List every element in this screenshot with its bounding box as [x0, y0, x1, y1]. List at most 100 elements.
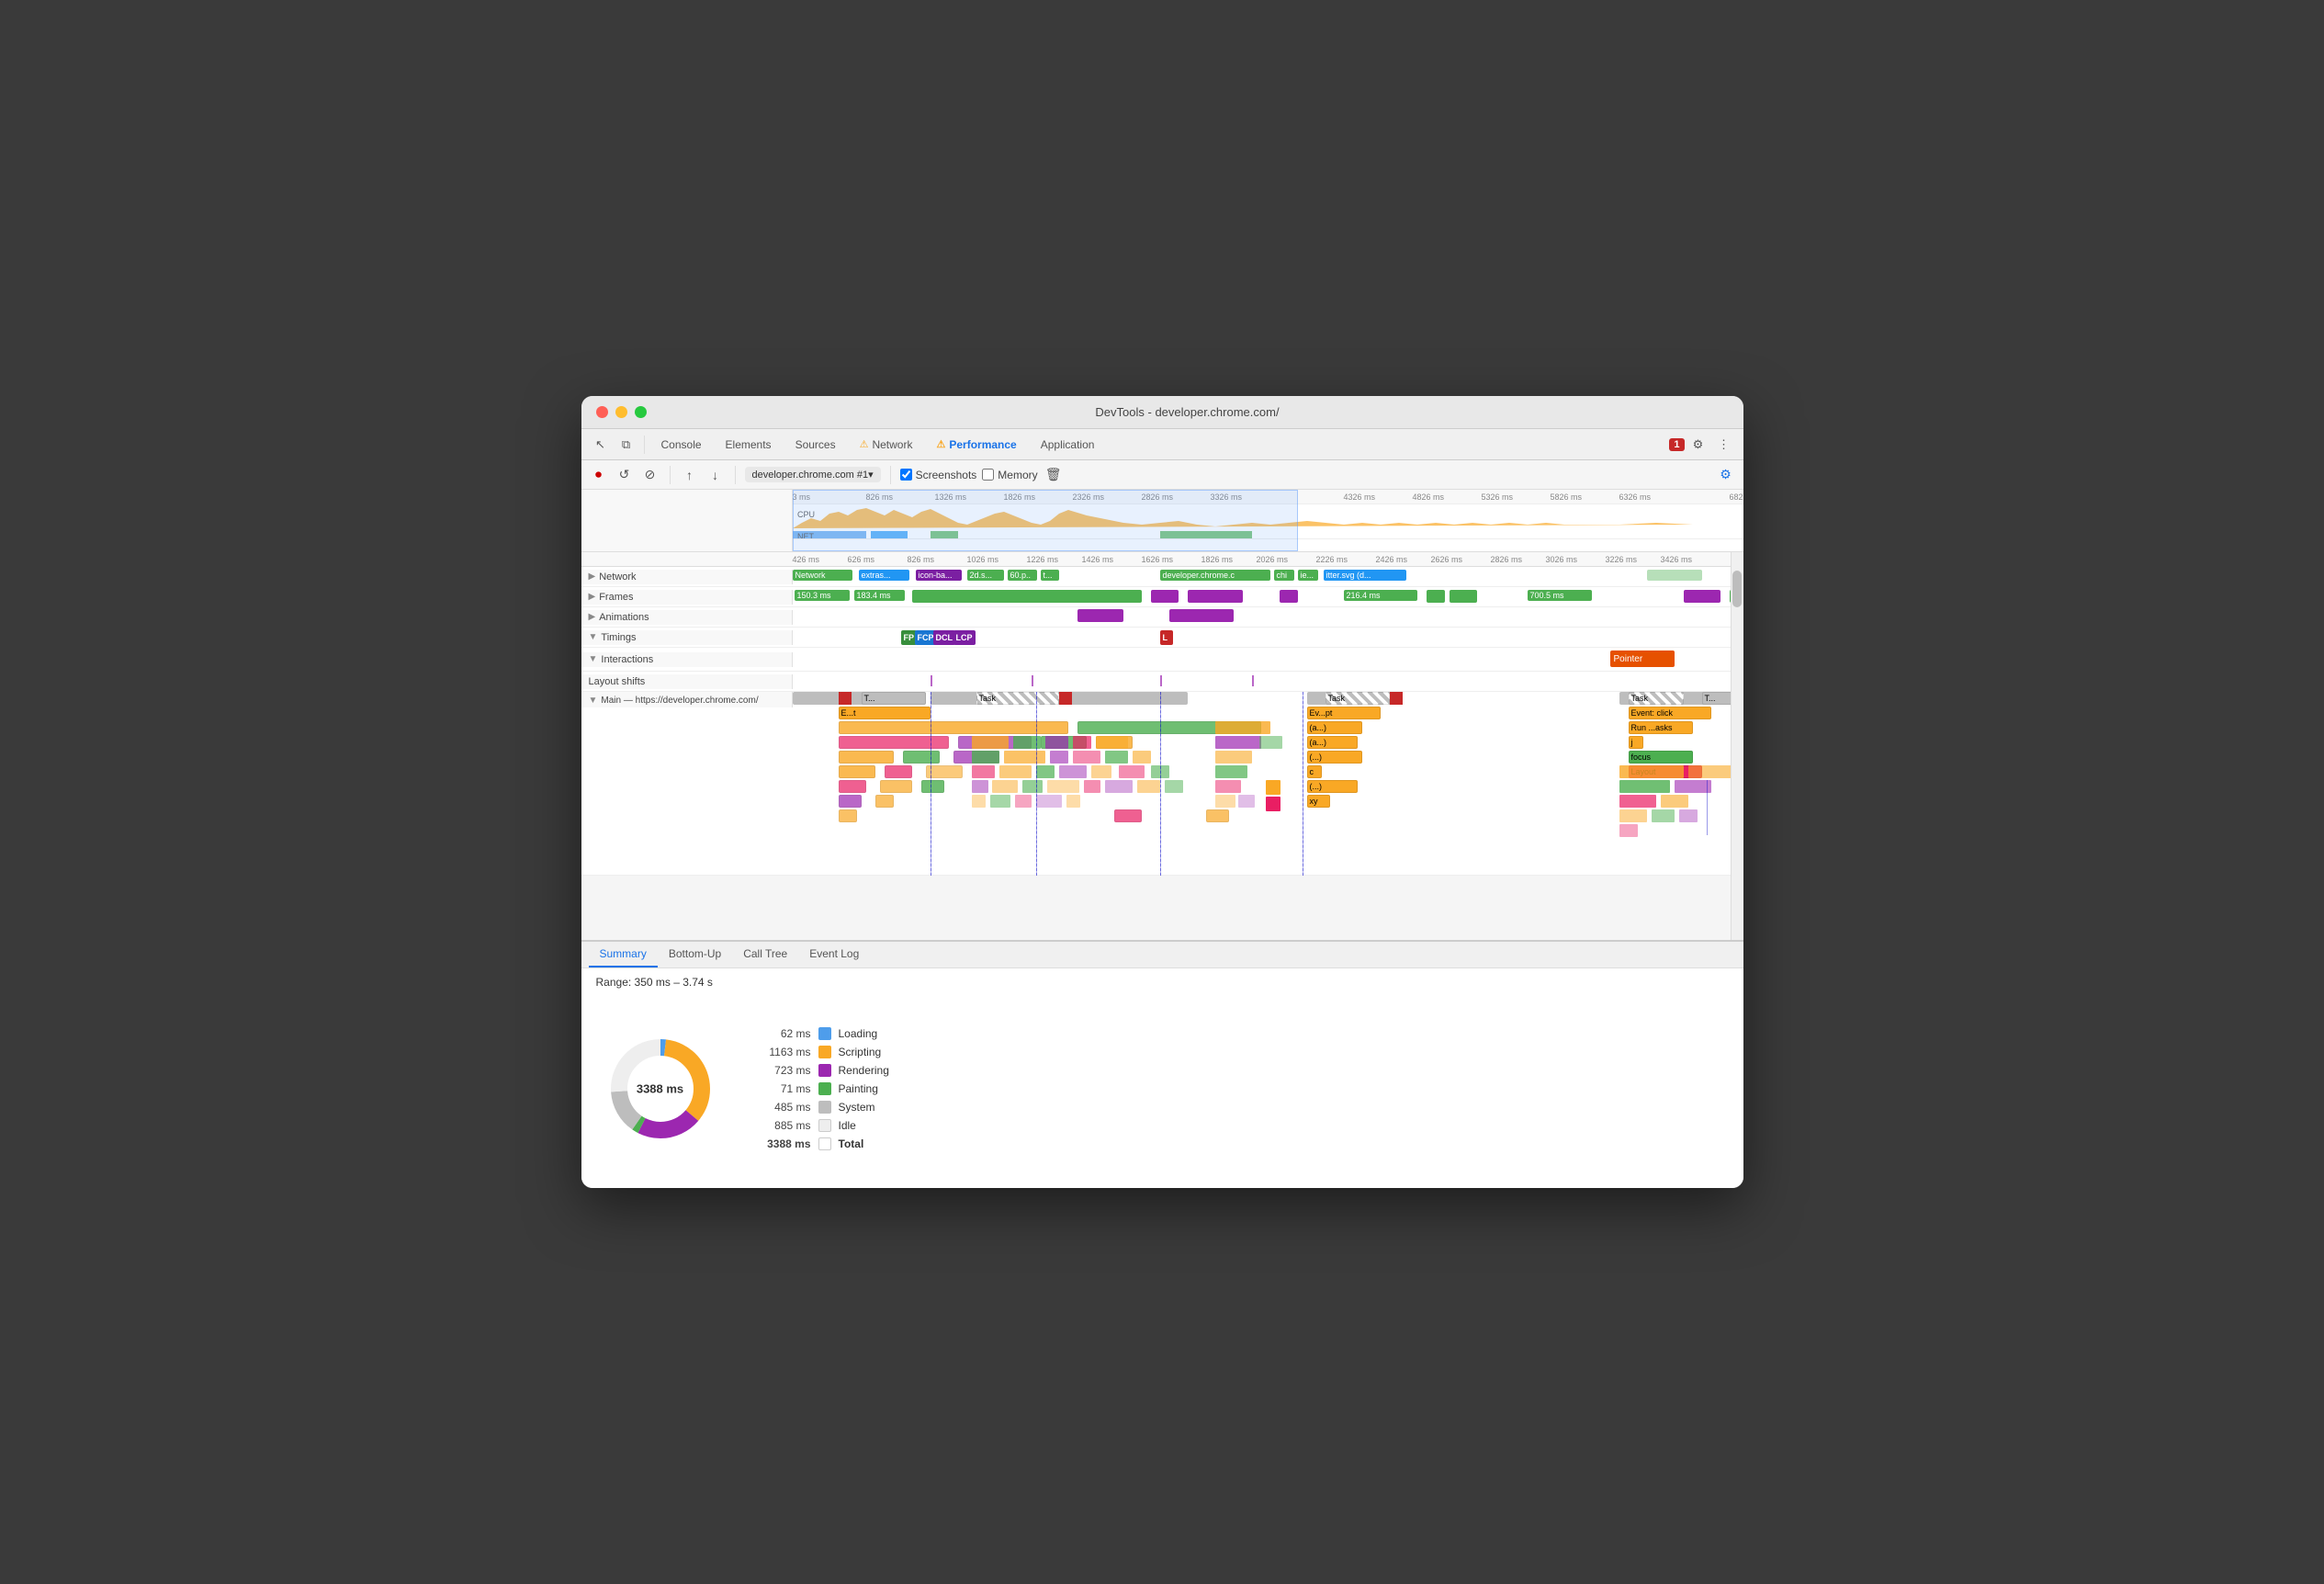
upload-button[interactable]: ↑ [680, 465, 700, 485]
flame-r6-3[interactable] [926, 765, 963, 778]
tab-application[interactable]: Application [1030, 435, 1106, 455]
net-bar-chi[interactable]: chi [1274, 570, 1294, 581]
url-chip[interactable]: developer.chrome.com #1▾ [745, 467, 881, 482]
animations-track: ▶ Animations [581, 607, 1731, 628]
summary-tab[interactable]: Summary [589, 942, 658, 967]
frame-700[interactable]: 700.5 ms [1528, 590, 1592, 601]
flame-r8-1[interactable] [839, 795, 862, 808]
flame-c[interactable]: c [1307, 765, 1322, 778]
flame-r3-1[interactable] [839, 721, 1068, 734]
record-button[interactable]: ⏺ [589, 465, 609, 485]
tab-performance[interactable]: ⚠ Performance [925, 435, 1027, 455]
frame-purple2[interactable] [1188, 590, 1243, 603]
screenshots-checkbox-label[interactable]: Screenshots [900, 469, 977, 481]
flame-r4-1[interactable] [839, 736, 949, 749]
legend-loading: 62 ms Loading [747, 1027, 1729, 1040]
settings-perf-icon[interactable]: ⚙ [1716, 465, 1736, 485]
net-bar-iconba[interactable]: icon-ba... [916, 570, 962, 581]
tab-console[interactable]: Console [650, 435, 713, 455]
close-button[interactable] [596, 406, 608, 418]
refresh-record-button[interactable]: ↺ [615, 465, 635, 485]
lcp-marker[interactable]: LCP [953, 630, 976, 645]
run-asks[interactable]: Run ...asks [1629, 721, 1693, 734]
net-bar-2ds[interactable]: 2d.s... [967, 570, 1004, 581]
net-bar-network[interactable]: Network [793, 570, 852, 581]
more-icon[interactable]: ⋮ [1712, 433, 1736, 457]
frame-g1[interactable] [1427, 590, 1445, 603]
call-tree-tab[interactable]: Call Tree [732, 942, 798, 967]
memory-checkbox[interactable] [982, 469, 994, 481]
bottom-up-tab[interactable]: Bottom-Up [658, 942, 732, 967]
tab-elements[interactable]: Elements [715, 435, 783, 455]
frame-purple1[interactable] [1151, 590, 1179, 603]
flame-a[interactable]: (a...) [1307, 721, 1362, 734]
frame-150[interactable]: 150.3 ms [795, 590, 850, 601]
frame-rg1[interactable] [1730, 590, 1731, 603]
focus-bar[interactable]: focus [1629, 751, 1693, 764]
evt-et[interactable]: E...t [839, 707, 931, 719]
flame-r8-2[interactable] [875, 795, 894, 808]
garbage-collect-button[interactable]: 🗑 [1044, 465, 1064, 485]
frame-purple3[interactable] [1280, 590, 1298, 603]
flame-r6-2[interactable] [885, 765, 912, 778]
maximize-button[interactable] [635, 406, 647, 418]
frame-rp1[interactable] [1684, 590, 1720, 603]
frame-g2[interactable] [1450, 590, 1477, 603]
frame-183[interactable]: 183.4 ms [854, 590, 905, 601]
scrollbar-thumb[interactable] [1732, 571, 1742, 607]
task-red-3[interactable] [1390, 692, 1403, 705]
flame-xy[interactable]: xy [1307, 795, 1330, 808]
flame-r5-2[interactable] [903, 751, 940, 764]
event-log-tab[interactable]: Event Log [798, 942, 870, 967]
settings-icon[interactable]: ⚙ [1687, 433, 1710, 457]
tab-network[interactable]: ⚠ Network [849, 435, 924, 455]
dcl-marker[interactable]: DCL [933, 630, 956, 645]
evt-click[interactable]: Event: click [1629, 707, 1711, 719]
pointer-interaction[interactable]: Pointer [1610, 651, 1675, 667]
net-bar-t[interactable]: t... [1041, 570, 1059, 581]
scrollbar[interactable] [1731, 552, 1743, 940]
task-t-r[interactable]: T... [1702, 692, 1731, 705]
perf-toolbar: ⏺ ↺ ⊘ ↑ ↓ developer.chrome.com #1▾ Scree… [581, 460, 1743, 490]
screenshots-checkbox[interactable] [900, 469, 912, 481]
flame-r7-1[interactable] [839, 780, 866, 793]
flame-r6-1[interactable] [839, 765, 875, 778]
layers-icon[interactable]: ⧉ [615, 433, 638, 457]
anim-bar1[interactable] [1077, 609, 1123, 622]
task-hatch-r[interactable]: Task [1629, 692, 1684, 705]
minimize-button[interactable] [615, 406, 627, 418]
flame-j[interactable]: j [1629, 736, 1643, 749]
evt-evpt[interactable]: Ev...pt [1307, 707, 1381, 719]
net-bar-itter[interactable]: itter.svg (d... [1324, 570, 1406, 581]
flame-r7-3[interactable] [921, 780, 944, 793]
flame-dots[interactable]: (...) [1307, 751, 1362, 764]
bottom-tabs: Summary Bottom-Up Call Tree Event Log [581, 942, 1743, 968]
task-hatch2[interactable]: Task [1326, 692, 1390, 705]
task-t[interactable]: T... [862, 692, 926, 705]
anim-bar2[interactable] [1169, 609, 1234, 622]
net-bar-ie[interactable]: ie... [1298, 570, 1318, 581]
rendering-color [818, 1064, 831, 1077]
net-bar-devchrome[interactable]: developer.chrome.c [1160, 570, 1270, 581]
flame-deep1[interactable] [839, 809, 857, 822]
cursor-icon[interactable]: ↖ [589, 433, 613, 457]
task-red-1[interactable] [839, 692, 852, 705]
flame-r5-1[interactable] [839, 751, 894, 764]
net-bar-right1[interactable] [1647, 570, 1702, 581]
clear-button[interactable]: ⊘ [640, 465, 660, 485]
net-bar-extras[interactable]: extras... [859, 570, 909, 581]
flame-a2[interactable]: (a...) [1307, 736, 1358, 749]
memory-checkbox-label[interactable]: Memory [982, 469, 1037, 481]
task-gray-3[interactable] [1096, 692, 1188, 705]
flame-dots2[interactable]: (...) [1307, 780, 1358, 793]
frame-group[interactable] [912, 590, 1142, 603]
tab-sources[interactable]: Sources [784, 435, 847, 455]
net-bar-60p[interactable]: 60.p.. [1008, 570, 1037, 581]
timeline-overview[interactable]: 3 ms 826 ms 1326 ms 1826 ms 2326 ms 2826… [581, 490, 1743, 552]
frame-216[interactable]: 216.4 ms [1344, 590, 1417, 601]
task-red-2[interactable] [1059, 692, 1072, 705]
task-hatch[interactable]: Task [976, 692, 1059, 705]
l-marker[interactable]: L [1160, 630, 1173, 645]
flame-r7-2[interactable] [880, 780, 912, 793]
download-button[interactable]: ↓ [705, 465, 726, 485]
